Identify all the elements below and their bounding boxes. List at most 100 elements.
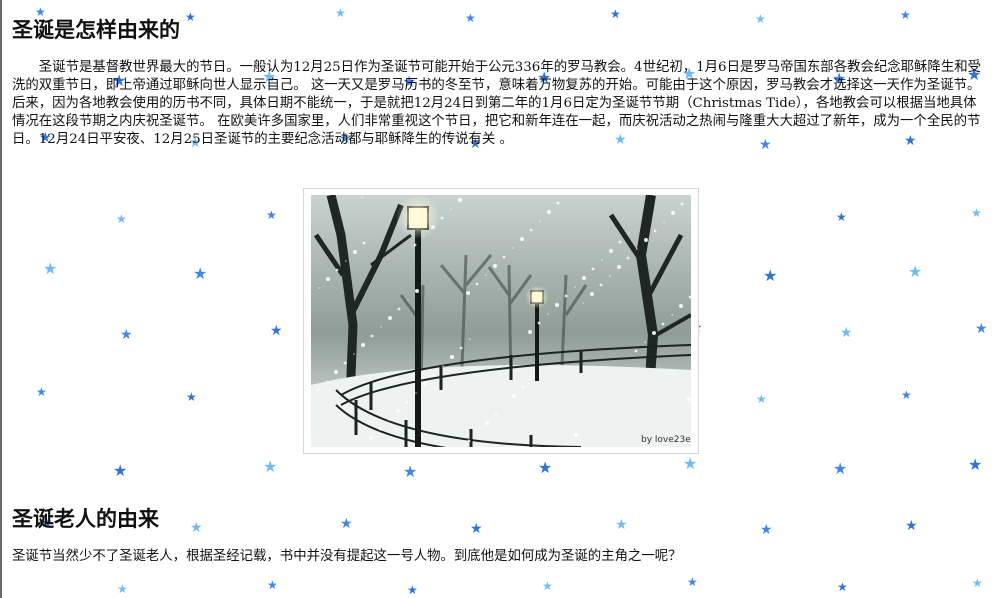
snowflake: [343, 361, 347, 365]
snowflake: [582, 302, 584, 304]
snowflake: [415, 392, 417, 394]
snowflake: [326, 277, 330, 281]
star-icon: ★: [975, 321, 988, 337]
star-icon: ★: [267, 578, 278, 592]
snowflake: [335, 268, 339, 272]
heading-origin-of-christmas: 圣诞是怎样由来的: [12, 17, 180, 42]
snowflake: [644, 238, 648, 242]
snowflake: [450, 355, 454, 359]
star-icon: ★: [117, 582, 128, 596]
star-icon: ★: [908, 262, 923, 281]
snowflake: [574, 286, 576, 288]
snowflake: [413, 243, 417, 247]
star-icon: ★: [905, 518, 918, 534]
snowflake: [316, 388, 320, 392]
star-icon: ★: [610, 7, 621, 21]
snowflake: [502, 255, 506, 259]
snowflake: [477, 431, 479, 433]
snowflake: [485, 421, 489, 425]
snowflake: [539, 220, 541, 222]
snowflake: [415, 289, 419, 293]
snowflake: [388, 316, 392, 320]
snowflake: [397, 307, 401, 311]
star-icon: ★: [615, 517, 628, 533]
snowflake: [564, 294, 568, 298]
snowflake: [431, 225, 435, 229]
star-icon: ★: [755, 12, 766, 26]
snowflake: [663, 221, 665, 223]
snowflake: [591, 267, 595, 271]
snowflake: [378, 427, 382, 431]
snowflake: [556, 201, 560, 205]
snowflake: [529, 228, 533, 232]
snowflake: [653, 229, 657, 233]
snowflake: [326, 380, 328, 382]
star-icon: ★: [470, 521, 483, 537]
star-icon: ★: [113, 461, 128, 480]
star-icon: ★: [900, 8, 911, 22]
star-icon: ★: [407, 583, 418, 597]
snowflake: [442, 365, 444, 367]
star-icon: ★: [971, 206, 982, 220]
star-icon: ★: [186, 390, 197, 404]
snowflake: [679, 304, 683, 308]
snowflake: [469, 338, 471, 340]
snowflake: [661, 322, 665, 326]
star-icon: ★: [756, 392, 767, 406]
heading-origin-of-santa: 圣诞老人的由来: [12, 506, 159, 531]
snowflake: [407, 299, 409, 301]
star-icon: ★: [760, 522, 773, 538]
snowflake: [370, 334, 374, 338]
snowflake: [361, 343, 365, 347]
snowflake: [512, 247, 514, 249]
snowflake: [362, 241, 366, 245]
snowflake: [353, 250, 357, 254]
star-icon: ★: [837, 580, 848, 594]
snowflake: [687, 397, 691, 401]
snow-scene-image: by love23ee: [303, 188, 699, 454]
snowflake: [459, 346, 463, 350]
snowflake: [590, 292, 594, 296]
snowflake: [582, 276, 586, 280]
snowflake: [475, 282, 479, 286]
snowflake: [521, 385, 525, 389]
star-icon: ★: [185, 10, 196, 24]
snowflake: [671, 314, 673, 316]
paragraph-santa: 圣诞节当然少不了圣诞老人，根据圣经记载，书中并没有提起这一号人物。到底他是如何成…: [12, 549, 682, 564]
snowflake: [547, 313, 549, 315]
snowflake: [423, 235, 425, 237]
snowflake: [450, 208, 452, 210]
snowflake: [574, 433, 578, 437]
snowflake: [504, 404, 506, 406]
star-icon: ★: [340, 516, 353, 532]
snowflake: [537, 321, 541, 325]
snowflake: [520, 237, 524, 241]
snowflake: [494, 412, 498, 416]
snowflake: [432, 373, 436, 377]
snowflake: [566, 443, 568, 445]
snowflake: [493, 264, 497, 268]
snowflake: [345, 260, 347, 262]
snowflake: [636, 248, 638, 250]
snowflake: [388, 419, 390, 421]
star-icon: ★: [840, 325, 853, 341]
snowflake: [547, 210, 551, 214]
snowflake: [353, 353, 355, 355]
snowflake: [617, 265, 621, 269]
star-icon: ★: [972, 576, 983, 590]
snowflake: [601, 259, 603, 261]
paragraph-christmas-history: 圣诞节是基督教世界最大的节日。一般认为12月25日作为圣诞节可能开始于公元336…: [12, 60, 981, 147]
star-icon: ★: [683, 454, 698, 473]
star-icon: ★: [687, 575, 698, 589]
star-icon: ★: [542, 579, 553, 593]
snowflake: [485, 274, 487, 276]
star-icon: ★: [836, 210, 847, 224]
snowflake: [634, 349, 638, 353]
star-icon: ★: [263, 457, 278, 476]
star-icon: ★: [901, 388, 912, 402]
snowflake: [609, 275, 611, 277]
snowflake: [318, 287, 320, 289]
snowflake: [405, 400, 409, 404]
star-icon: ★: [43, 259, 58, 278]
star-icon: ★: [190, 520, 203, 536]
